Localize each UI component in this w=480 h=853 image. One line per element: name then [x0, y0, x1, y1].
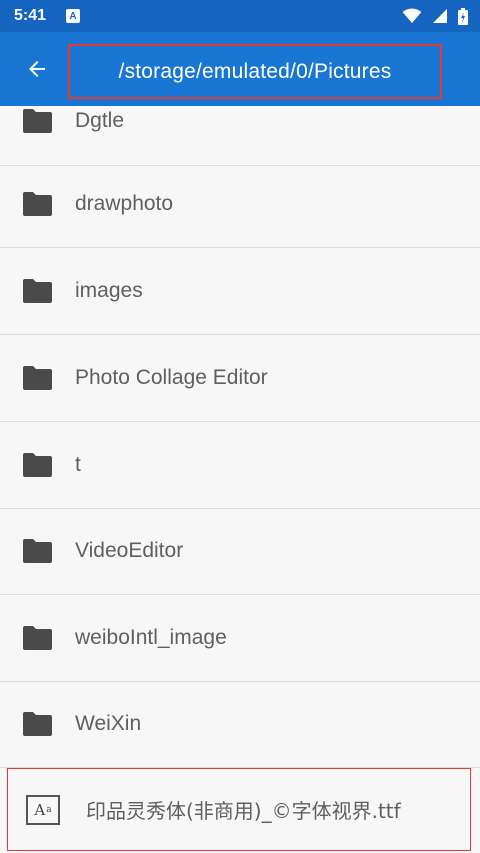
file-name: 印品灵秀体(非商用)_©字体视界.ttf [86, 799, 401, 823]
folder-row-dgtle[interactable]: Dgtle [0, 106, 480, 166]
folder-row-drawphoto[interactable]: drawphoto [0, 161, 480, 248]
file-row-font[interactable]: Aa 印品灵秀体(非商用)_©字体视界.ttf [7, 768, 471, 851]
back-button[interactable] [22, 54, 52, 84]
folder-name: Photo Collage Editor [75, 366, 268, 389]
status-icons [402, 7, 468, 25]
app-bar: /storage/emulated/0/Pictures [0, 32, 480, 106]
status-bar: 5:41 A [0, 0, 480, 32]
folder-icon [23, 279, 52, 303]
font-file-icon: Aa [26, 795, 60, 825]
folder-row-t[interactable]: t [0, 422, 480, 509]
notification-icon: A [66, 9, 81, 23]
font-icon-letter: A [34, 801, 46, 819]
folder-icon [23, 366, 52, 390]
font-icon-sup: a [46, 805, 52, 815]
status-time: 5:41 [14, 7, 47, 24]
battery-icon [458, 7, 468, 25]
folder-icon [23, 626, 52, 650]
folder-row-weibointl-image[interactable]: weiboIntl_image [0, 595, 480, 682]
folder-icon [23, 192, 52, 216]
folder-name: weiboIntl_image [75, 626, 227, 649]
folder-row-weixin[interactable]: WeiXin [0, 681, 480, 768]
folder-name: Dgtle [75, 109, 125, 132]
folder-icon [23, 453, 52, 477]
current-path-title: /storage/emulated/0/Pictures [68, 44, 442, 99]
folder-row-images[interactable]: images [0, 248, 480, 335]
folder-name: WeiXin [75, 712, 142, 735]
wifi-icon [402, 8, 422, 23]
file-list[interactable]: Dgtle drawphoto images Photo Collage Edi… [0, 106, 480, 853]
folder-icon [23, 539, 52, 563]
folder-name: VideoEditor [75, 539, 184, 562]
folder-name: t [75, 453, 81, 476]
folder-row-photo-collage-editor[interactable]: Photo Collage Editor [0, 335, 480, 422]
folder-icon [23, 712, 52, 736]
signal-icon [433, 9, 447, 23]
folder-row-videoeditor[interactable]: VideoEditor [0, 508, 480, 595]
folder-icon [23, 109, 52, 133]
arrow-left-icon [29, 61, 45, 77]
folder-name: images [75, 279, 143, 302]
folder-name: drawphoto [75, 192, 174, 215]
